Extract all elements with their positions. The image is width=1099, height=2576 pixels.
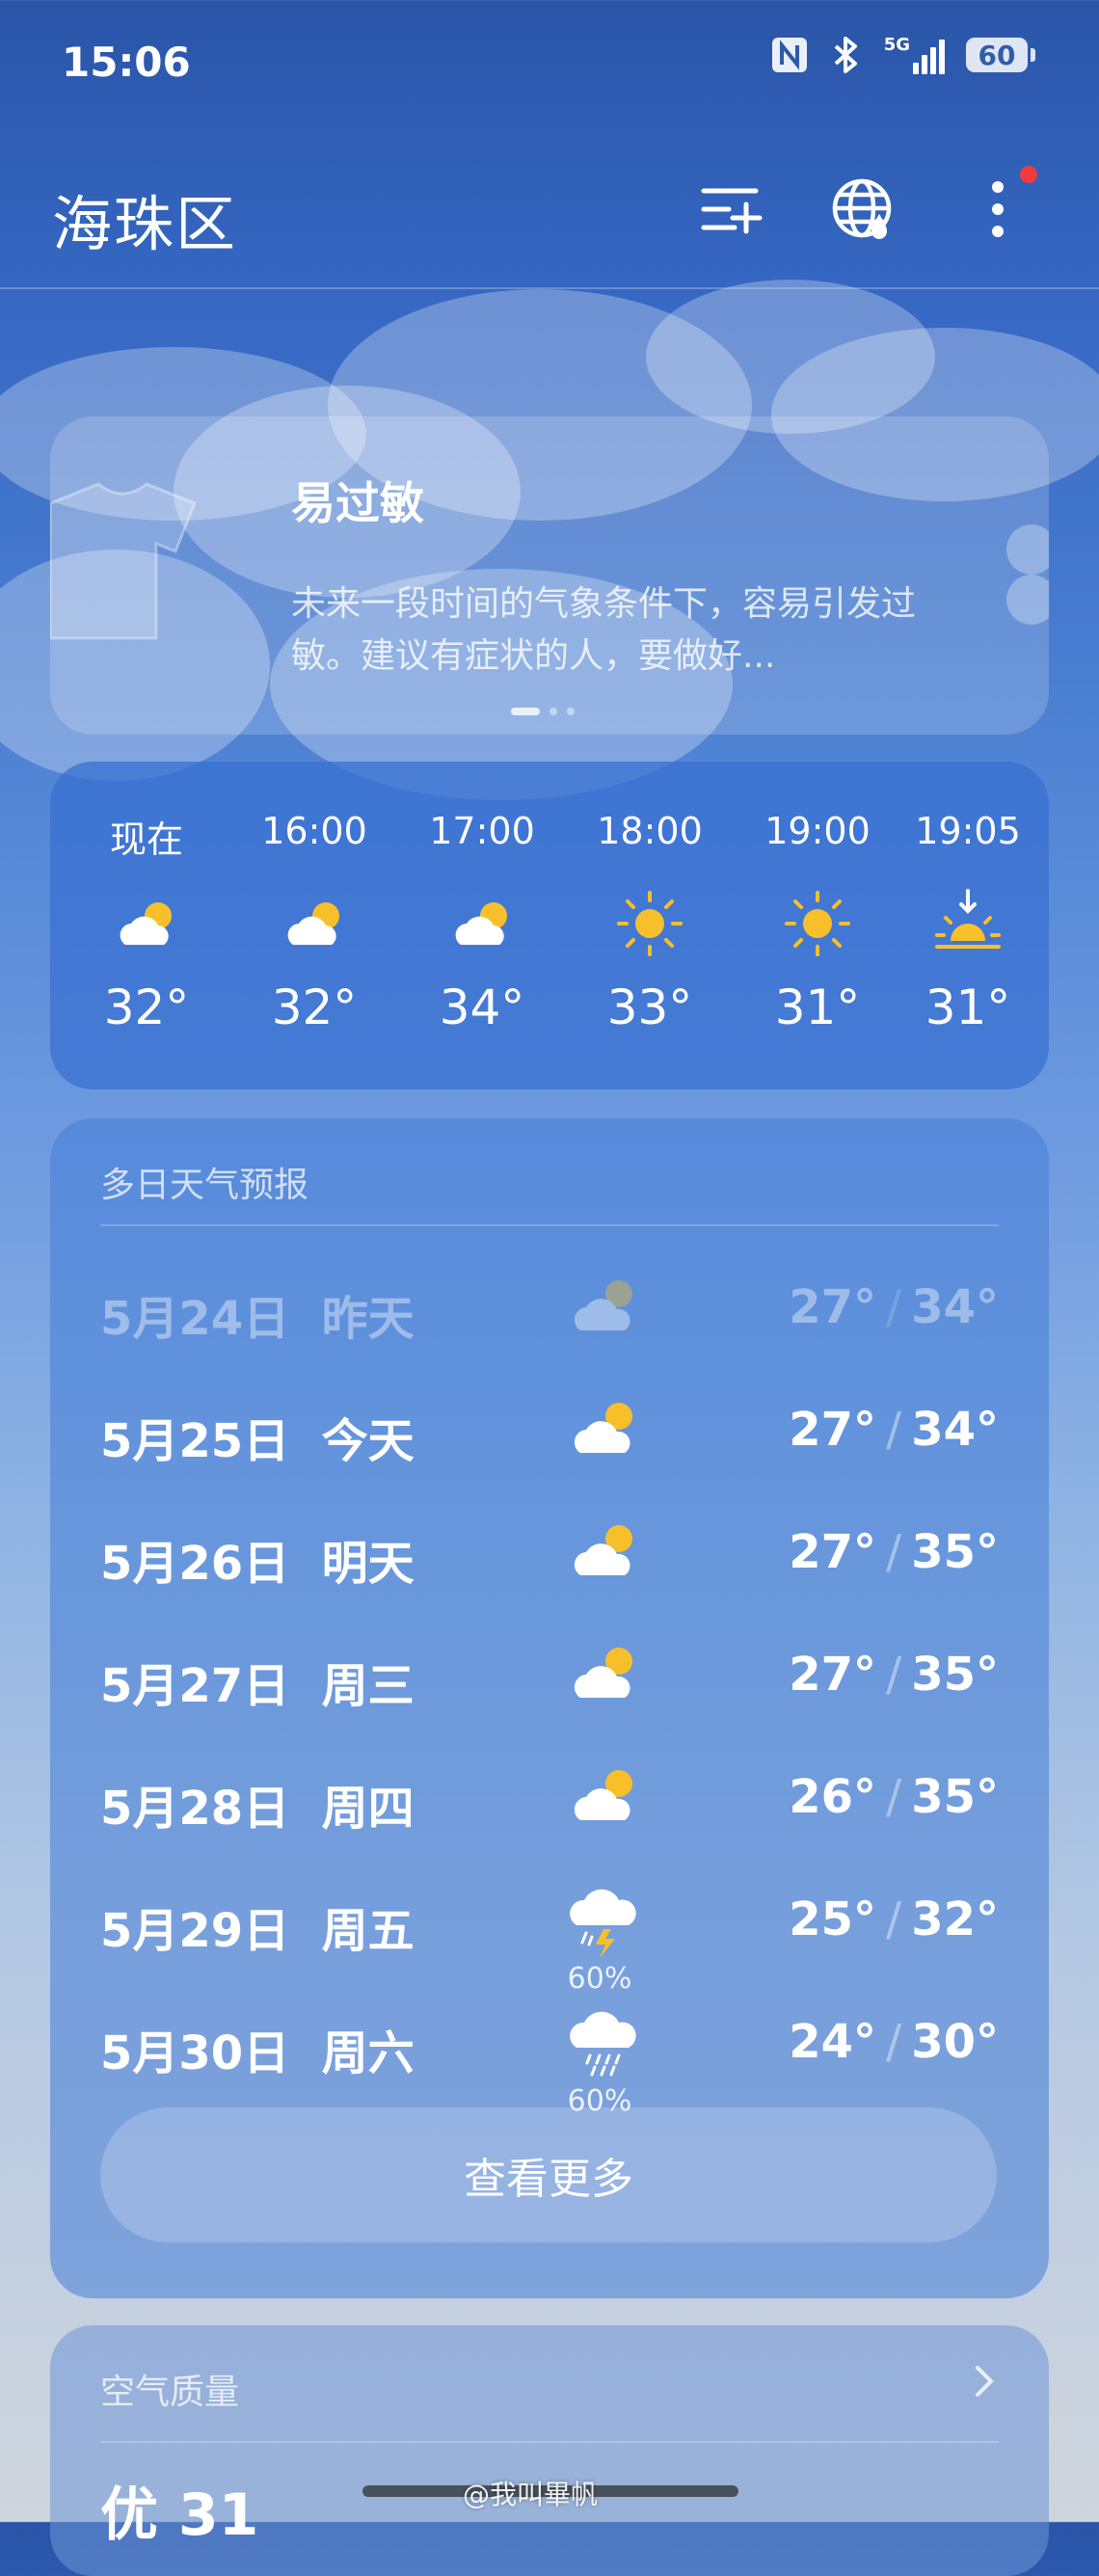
carousel-dots xyxy=(511,708,575,715)
daily-row[interactable]: 5月25日 今天 27°/34° xyxy=(50,1385,1049,1482)
tip-text: 未来一段时间的气象条件下，容易引发过敏。建议有症状的人，要做好... xyxy=(291,584,917,676)
view-more-button[interactable]: 查看更多 xyxy=(100,2107,997,2242)
partly-cloudy-icon xyxy=(574,1280,632,1330)
sunset-icon xyxy=(935,889,1001,949)
allergy-tip-card[interactable]: 易过敏 未来一段时间的气象条件下，容易引发过敏。建议有症状的人，要做好... xyxy=(50,416,1049,735)
watermark: @我叫畢帆 xyxy=(463,2479,599,2510)
city-name[interactable]: 海珠区 xyxy=(52,175,237,262)
partly-cloudy-icon xyxy=(574,1770,632,1820)
notification-dot xyxy=(1020,166,1037,183)
air-quality-card[interactable]: 空气质量 优 31 xyxy=(50,2325,1049,2576)
chevron-right-icon[interactable] xyxy=(970,2362,999,2401)
partly-cloudy-icon xyxy=(574,1403,632,1453)
rain-icon xyxy=(570,2011,636,2077)
partly-cloudy-icon xyxy=(287,902,339,945)
manage-cities-icon[interactable] xyxy=(696,175,764,243)
daily-row[interactable]: 5月24日 昨天 27°/34° xyxy=(50,1263,1049,1359)
hourly-forecast[interactable]: 现在 32° 16:00 32° 17:00 34° 18:00 33° 19:… xyxy=(50,762,1049,1089)
app-header: 海珠区 xyxy=(0,145,1099,289)
daily-forecast-title: 多日天气预报 xyxy=(100,1166,309,1205)
more-options-icon[interactable] xyxy=(964,175,1032,243)
globe-icon[interactable] xyxy=(831,175,898,243)
daily-forecast: 多日天气预报 5月24日 昨天 27°/34° 5月25日 今天 27°/34°… xyxy=(50,1118,1049,2298)
nfc-icon xyxy=(771,38,807,72)
next-tip-icon xyxy=(1006,524,1049,625)
daily-row[interactable]: 5月29日 周五 60% 25°/32° xyxy=(50,1875,1049,1996)
sunny-icon xyxy=(785,891,850,956)
partly-cloudy-icon xyxy=(574,1525,632,1575)
signal-5g-icon: 5G xyxy=(884,36,945,74)
battery-indicator: 60 xyxy=(966,38,1035,72)
sunny-icon xyxy=(617,891,683,956)
partly-cloudy-icon xyxy=(120,902,172,945)
status-time: 15:06 xyxy=(62,39,191,86)
bluetooth-icon xyxy=(834,37,857,73)
tip-title: 易过敏 xyxy=(291,477,424,529)
daily-row[interactable]: 5月28日 周四 26°/35° xyxy=(50,1753,1049,1849)
daily-row[interactable]: 5月26日 明天 27°/35° xyxy=(50,1508,1049,1604)
divider xyxy=(100,2441,999,2443)
partly-cloudy-icon xyxy=(455,902,507,945)
daily-row[interactable]: 5月30日 周六 60% 24°/30° xyxy=(50,1998,1049,2118)
thunderstorm-icon xyxy=(570,1889,636,1958)
air-quality-title: 空气质量 xyxy=(100,2373,240,2412)
tshirt-icon xyxy=(50,482,197,640)
daily-row[interactable]: 5月27日 周三 27°/35° xyxy=(50,1630,1049,1727)
divider xyxy=(100,1224,999,1226)
status-icons: 5G 60 xyxy=(770,35,1035,75)
air-quality-value: 优 31 xyxy=(100,2482,259,2549)
status-bar: 15:06 5G 60 xyxy=(0,0,1099,125)
partly-cloudy-icon xyxy=(574,1648,632,1698)
